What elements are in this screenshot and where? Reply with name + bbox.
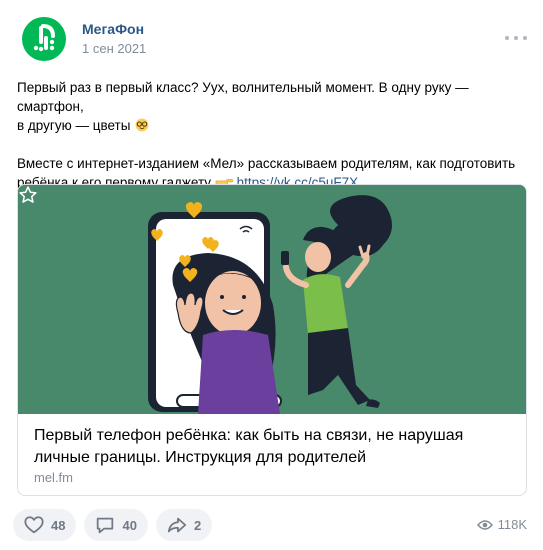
illustration-phone-girl-boy: [18, 185, 526, 414]
comment-button[interactable]: 40: [84, 509, 148, 541]
post-actions: 48 40 2: [13, 509, 213, 541]
comment-count: 40: [122, 517, 137, 533]
post-text: Первый раз в первый класс? Ууx, волнител…: [17, 78, 527, 192]
views-counter: 118K: [476, 517, 527, 532]
like-count: 48: [51, 517, 66, 533]
nerd-face-emoji-icon: [135, 118, 149, 132]
card-title[interactable]: Первый телефон ребёнка: как быть на связ…: [34, 425, 514, 469]
post-date[interactable]: 1 сен 2021: [82, 41, 146, 56]
megafon-logo-icon: [33, 24, 55, 52]
post-text-line: Вместе с интернет-изданием «Мел» рассказ…: [17, 156, 516, 171]
link-card[interactable]: Первый телефон ребёнка: как быть на связ…: [17, 184, 527, 496]
post-text-line: Первый раз в первый класс? Ууx, волнител…: [17, 80, 469, 114]
like-button[interactable]: 48: [13, 509, 77, 541]
comment-icon: [97, 517, 114, 534]
post-text-line: в другую — цветы: [17, 116, 527, 135]
share-button[interactable]: 2: [155, 509, 213, 541]
more-horizontal-icon[interactable]: [505, 31, 527, 45]
share-count: 2: [193, 517, 202, 533]
post-header: МегаФон 1 сен 2021: [22, 17, 527, 61]
author-name[interactable]: МегаФон: [82, 21, 144, 37]
views-count: 118K: [497, 517, 527, 532]
avatar[interactable]: [22, 17, 66, 61]
card-image[interactable]: [18, 185, 526, 414]
eye-icon: [476, 519, 493, 530]
share-icon: [167, 517, 187, 533]
card-domain: mel.fm: [34, 470, 73, 485]
heart-icon: [24, 516, 44, 534]
star-icon[interactable]: [18, 185, 38, 205]
